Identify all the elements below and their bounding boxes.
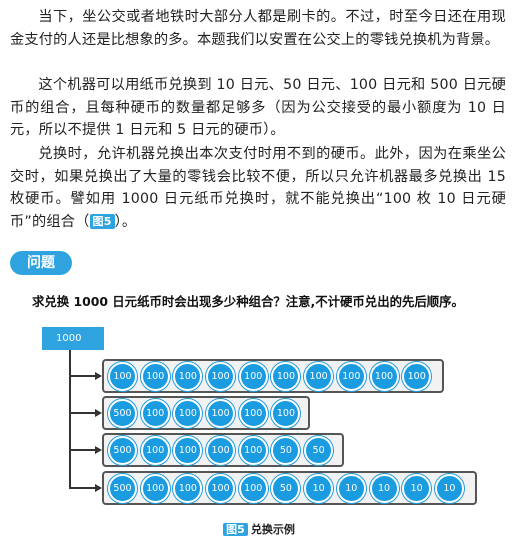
coin: 500: [108, 435, 137, 465]
tree-trunk-line: [69, 350, 71, 488]
coin: 100: [238, 398, 268, 428]
coin: 50: [271, 435, 301, 465]
coin: 10: [304, 473, 334, 503]
coin: 100: [140, 473, 170, 503]
root-bill-box: 1000: [42, 327, 104, 350]
branch-line-3: [69, 449, 97, 451]
arrow-2-icon: [95, 409, 102, 417]
figure-reference: 图5: [89, 213, 115, 229]
coin: 50: [304, 435, 334, 465]
coin: 100: [304, 361, 334, 391]
coin: 100: [206, 473, 236, 503]
coin: 100: [173, 398, 203, 428]
combination-row-2: 500 100 100 100 100 100: [102, 396, 310, 430]
coin: 100: [336, 361, 366, 391]
coin: 100: [369, 361, 399, 391]
coin: 500: [108, 398, 137, 428]
question-text: 求兑换 1000 日元纸币时会出现多少种组合？注意,不计硬币兑出的先后顺序。: [32, 294, 464, 309]
caption-text: 兑换示例: [250, 523, 295, 536]
coin: 100: [140, 361, 170, 391]
coin: 100: [206, 435, 236, 465]
coin: 100: [271, 361, 301, 391]
coin: 100: [140, 398, 170, 428]
arrow-4-icon: [95, 484, 102, 492]
coin: 100: [206, 361, 236, 391]
coin: 100: [238, 435, 268, 465]
coin: 10: [336, 473, 366, 503]
branch-line-2: [69, 412, 97, 414]
coin: 100: [173, 473, 203, 503]
coin: 100: [271, 398, 301, 428]
coin: 100: [402, 361, 432, 391]
arrow-1-icon: [95, 372, 102, 380]
coin: 50: [271, 473, 301, 503]
arrow-3-icon: [95, 446, 102, 454]
paragraph-1: 当下，坐公交或者地铁时大部分人都是刷卡的。不过，时至今日还在用现金支付的人还是比…: [10, 9, 506, 48]
combination-row-3: 500 100 100 100 100 50 50: [102, 433, 344, 467]
branch-line-4: [69, 487, 97, 489]
coin: 100: [238, 473, 268, 503]
combination-row-1: 100 100 100 100 100 100 100 100 100 100: [102, 359, 444, 393]
coin: 10: [402, 473, 432, 503]
paragraph-3-tail: ）。: [114, 213, 137, 230]
coin: 100: [173, 361, 203, 391]
combination-row-4: 500 100 100 100 100 50 10 10 10 10 10: [102, 471, 477, 505]
paragraph-2: 这个机器可以用纸币兑换到 10 日元、50 日元、100 日元和 500 日元硬…: [10, 77, 506, 139]
coin: 100: [173, 435, 203, 465]
caption-tag: 图5: [223, 523, 248, 536]
coin: 100: [238, 361, 268, 391]
coin: 100: [140, 435, 170, 465]
paragraph-3-text: 兑换时，允许机器兑换出本次支付时用不到的硬币。此外，因为在乘坐公交时，如果兑换出…: [10, 146, 506, 230]
coin: 100: [206, 398, 236, 428]
coin: 10: [434, 473, 464, 503]
coin: 100: [108, 361, 137, 391]
paragraph-3: 兑换时，允许机器兑换出本次支付时用不到的硬币。此外，因为在乘坐公交时，如果兑换出…: [10, 143, 506, 233]
coin: 10: [369, 473, 399, 503]
coin: 500: [108, 473, 137, 503]
figure-caption: 图5 兑换示例: [0, 521, 518, 537]
question-badge: 问题: [10, 251, 72, 275]
branch-line-1: [69, 375, 97, 377]
